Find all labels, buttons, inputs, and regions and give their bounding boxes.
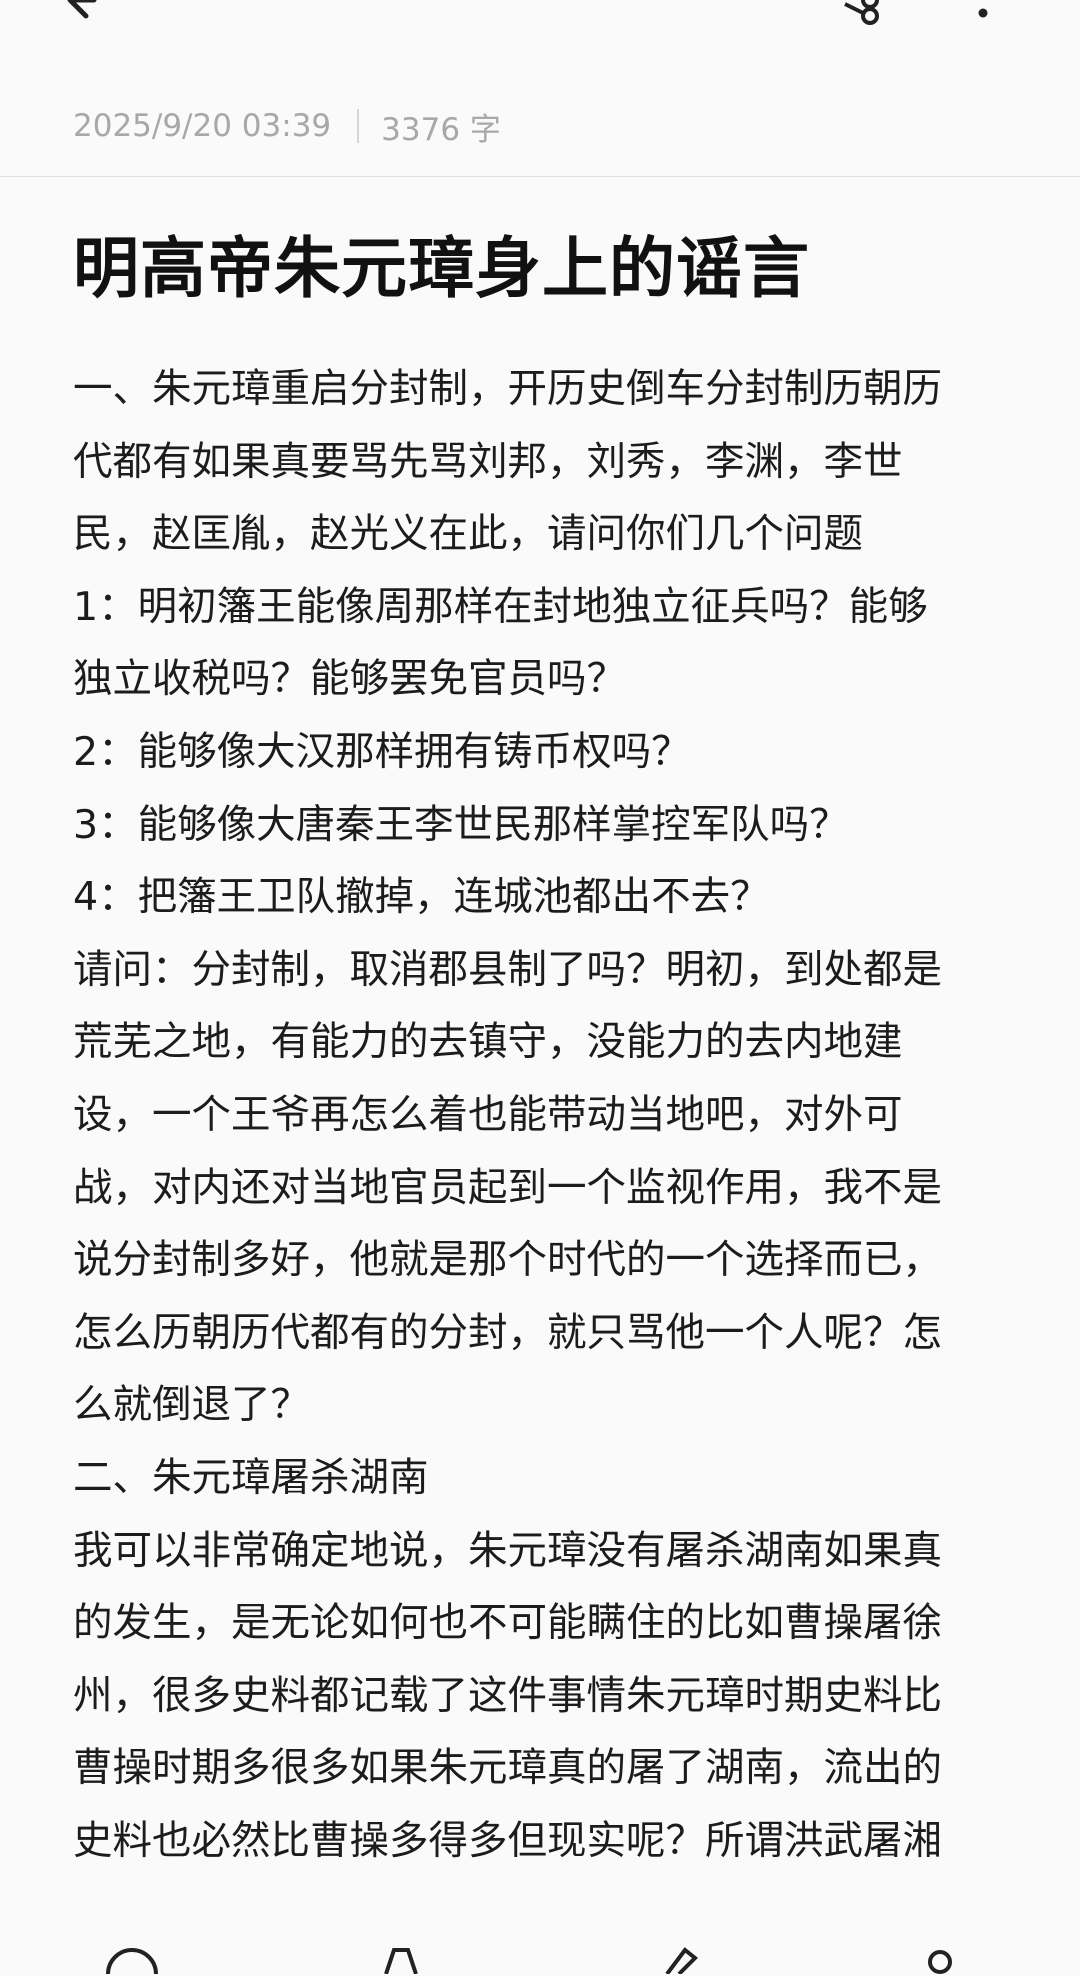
article-line[interactable]: 1：明初籓王能像周那样在封地独立征兵吗？能够 <box>73 571 1008 644</box>
reminder-icon[interactable] <box>376 1944 426 1974</box>
article-line[interactable]: 么就倒退了？ <box>73 1369 1008 1442</box>
bottom-toolbar <box>0 1908 1080 1975</box>
article-line[interactable]: 荒芜之地，有能力的去镇守，没能力的去内地建 <box>73 1006 1008 1079</box>
article-line[interactable]: 3：能够像大唐秦王李世民那样掌控军队吗？ <box>73 789 1008 862</box>
article-line[interactable]: 一、朱元璋重启分封制，开历史倒车分封制历朝历 <box>73 353 1008 426</box>
article-line[interactable]: 二、朱元璋屠杀湖南 <box>73 1442 1008 1515</box>
article-line[interactable]: 的发生，是无论如何也不可能瞒住的比如曹操屠徐 <box>73 1587 1008 1660</box>
header-divider <box>0 176 1080 177</box>
top-toolbar <box>0 0 1080 40</box>
article-line[interactable]: 请问：分封制，取消郡县制了吗？明初，到处都是 <box>73 934 1008 1007</box>
more-vertical-icon[interactable] <box>968 0 998 32</box>
back-arrow-icon[interactable] <box>66 0 126 24</box>
emoji-icon[interactable] <box>102 1946 162 1976</box>
note-date: 2025/9/20 03:39 <box>73 108 332 144</box>
meta-divider <box>357 109 360 143</box>
article-title[interactable]: 明高帝朱元璋身上的谣言 <box>73 224 1033 314</box>
share-icon[interactable] <box>825 0 885 32</box>
article-line[interactable]: 战，对内还对当地官员起到一个监视作用，我不是 <box>73 1152 1008 1225</box>
article-line[interactable]: 我可以非常确定地说，朱元璋没有屠杀湖南如果真 <box>73 1515 1008 1588</box>
word-count: 3376 字 <box>381 111 501 148</box>
article-line[interactable]: 设，一个王爷再怎么着也能带动当地吧，对外可 <box>73 1079 1008 1152</box>
article-line[interactable]: 说分封制多好，他就是那个时代的一个选择而已， <box>73 1224 1008 1297</box>
edit-pen-icon[interactable] <box>655 1944 705 1974</box>
article-line[interactable]: 代都有如果真要骂先骂刘邦，刘秀，李渊，李世 <box>73 426 1008 499</box>
article-line[interactable]: 曹操时期多很多如果朱元璋真的屠了湖南，流出的 <box>73 1732 1008 1805</box>
article-line[interactable]: 史料也必然比曹操多得多但现实呢？所谓洪武屠湘 <box>73 1805 1008 1878</box>
article-line[interactable]: 2：能够像大汉那样拥有铸币权吗？ <box>73 716 1008 789</box>
article-line[interactable]: 民，赵匡胤，赵光义在此，请问你们几个问题 <box>73 498 1008 571</box>
article-line[interactable]: 4：把籓王卫队撤掉，连城池都出不去？ <box>73 861 1008 934</box>
article-line[interactable]: 怎么历朝历代都有的分封，就只骂他一个人呢？怎 <box>73 1297 1008 1370</box>
person-icon[interactable] <box>920 1944 960 1974</box>
note-meta: 2025/9/20 03:39 3376 字 <box>73 106 501 148</box>
article-line[interactable]: 州，很多史料都记载了这件事情朱元璋时期史料比 <box>73 1660 1008 1733</box>
article-line[interactable]: 独立收税吗？能够罢免官员吗？ <box>73 643 1008 716</box>
article-body[interactable]: 一、朱元璋重启分封制，开历史倒车分封制历朝历 代都有如果真要骂先骂刘邦，刘秀，李渊… <box>73 353 1008 1877</box>
